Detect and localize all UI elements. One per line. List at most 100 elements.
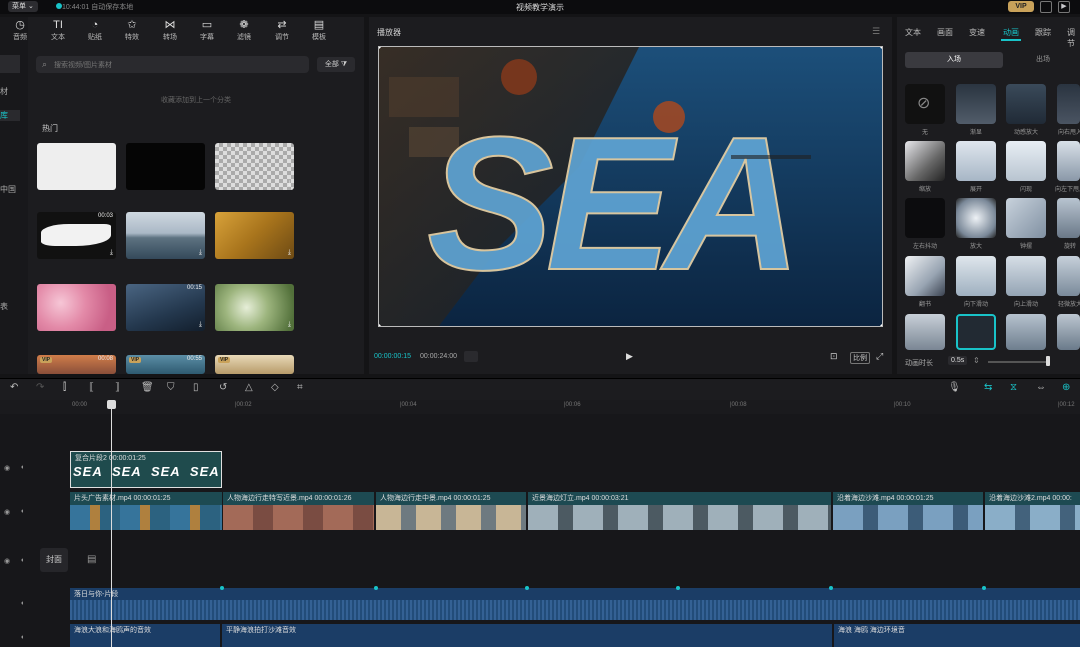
tab-template[interactable]: ▤ 模板 bbox=[305, 19, 333, 42]
tab-text[interactable]: 文本 bbox=[905, 27, 921, 38]
sfx-clip[interactable]: 海浪 海鸥 海边环境音 bbox=[834, 624, 1080, 647]
video-clip[interactable]: 人物海边行走中景.mp4 00:00:01:25 bbox=[376, 492, 526, 530]
sidebar-item-china[interactable]: 中国 bbox=[0, 184, 28, 195]
anim-duration-input[interactable]: 0.5s bbox=[948, 356, 968, 365]
tab-subtitle[interactable]: ▭ 字幕 bbox=[193, 19, 221, 42]
split-icon[interactable]: ⫿ bbox=[63, 382, 66, 393]
download-icon[interactable]: ⤓ bbox=[288, 180, 291, 188]
microphone-icon[interactable]: 🎙︎ bbox=[948, 382, 961, 393]
lock-icon[interactable]: ◖ bbox=[20, 557, 24, 564]
anim-item[interactable] bbox=[1057, 198, 1080, 238]
split-right-icon[interactable]: ⟧ bbox=[115, 382, 120, 393]
media-thumb[interactable]: VIP 00:08 bbox=[37, 355, 116, 374]
subtab-in[interactable]: 入场 bbox=[905, 52, 1003, 68]
media-thumb[interactable]: VIP bbox=[215, 355, 294, 374]
media-thumb[interactable]: ⤓ bbox=[215, 212, 294, 259]
video-clip[interactable]: 片头广告素材.mp4 00:00:01:25 bbox=[70, 492, 222, 530]
anim-item[interactable] bbox=[905, 314, 945, 350]
tab-speed[interactable]: 变速 bbox=[969, 27, 985, 38]
link-icon[interactable]: ⇆ bbox=[984, 382, 992, 393]
zoom-icon[interactable]: ⊕ bbox=[1062, 382, 1070, 393]
sidebar-item[interactable]: 材 bbox=[0, 86, 28, 97]
mirror-icon[interactable]: △ bbox=[245, 382, 253, 393]
reverse-icon[interactable]: ↺ bbox=[219, 382, 227, 393]
tab-audio[interactable]: ◷ 音频 bbox=[6, 19, 34, 42]
anim-item[interactable] bbox=[905, 198, 945, 238]
media-thumb[interactable]: ⤓ bbox=[215, 143, 294, 190]
tab-animation[interactable]: 动画 bbox=[1003, 27, 1019, 38]
timeline-ruler[interactable] bbox=[0, 400, 1080, 414]
tab-adjust[interactable]: 调节 bbox=[1067, 27, 1080, 49]
tab-filter[interactable]: ❁ 滤镜 bbox=[230, 19, 258, 42]
timecode-toggle[interactable] bbox=[464, 351, 478, 362]
anim-duration-slider[interactable] bbox=[988, 361, 1048, 363]
download-icon[interactable]: ⤓ bbox=[199, 321, 202, 329]
download-icon[interactable]: ⤓ bbox=[288, 321, 291, 329]
eye-icon[interactable]: ◉ bbox=[4, 464, 10, 472]
ratio-button[interactable]: 比例 bbox=[850, 352, 870, 364]
anim-item[interactable] bbox=[1057, 256, 1080, 296]
delete-icon[interactable]: 🗑︎ bbox=[141, 382, 154, 393]
anim-item[interactable] bbox=[1057, 314, 1080, 350]
tab-effects[interactable]: ✩ 特效 bbox=[118, 19, 146, 42]
cover-button[interactable]: 封面 bbox=[40, 548, 68, 572]
fit-icon[interactable]: ⊡ bbox=[830, 351, 838, 362]
anim-item[interactable] bbox=[1006, 198, 1046, 238]
eye-icon[interactable]: ◉ bbox=[4, 557, 10, 565]
anim-item[interactable] bbox=[905, 256, 945, 296]
video-clip[interactable]: 沿着海边沙滩2.mp4 00:00: bbox=[985, 492, 1080, 530]
anim-item[interactable] bbox=[1057, 84, 1080, 124]
undo-icon[interactable]: ↶ bbox=[10, 382, 18, 393]
anim-none[interactable]: ⊘ bbox=[905, 84, 945, 124]
video-clip[interactable]: 人物海边行走特写近景.mp4 00:00:01:26 bbox=[223, 492, 374, 530]
lock-icon[interactable]: ◖ bbox=[20, 464, 24, 471]
layout-icon[interactable] bbox=[1040, 1, 1052, 13]
tab-text[interactable]: TI 文本 bbox=[44, 19, 72, 42]
video-clip[interactable]: 近景海边灯立.mp4 00:00:03:21 bbox=[528, 492, 831, 530]
download-icon[interactable]: ⤓ bbox=[288, 249, 291, 257]
search-input[interactable]: 搜索视频/图片素材 bbox=[54, 60, 112, 70]
anim-item[interactable] bbox=[905, 141, 945, 181]
anim-item[interactable] bbox=[1057, 141, 1080, 181]
anim-item[interactable] bbox=[1006, 141, 1046, 181]
rotate-icon[interactable]: ◇ bbox=[271, 382, 279, 393]
anim-item[interactable] bbox=[956, 141, 996, 181]
download-icon[interactable]: ⤓ bbox=[110, 249, 113, 257]
play-icon[interactable]: ▶ bbox=[626, 351, 633, 362]
stepper-icon[interactable]: ⇕ bbox=[973, 356, 980, 365]
subtab-out[interactable]: 出场 bbox=[1006, 52, 1080, 68]
fullscreen-icon[interactable]: ⤢ bbox=[876, 351, 883, 362]
lock-icon[interactable]: ◖ bbox=[20, 508, 24, 515]
sidebar-item-library[interactable]: 库 bbox=[0, 110, 20, 121]
sidebar-item[interactable]: 表 bbox=[0, 301, 28, 312]
media-thumb[interactable]: ⤓ bbox=[126, 212, 205, 259]
anim-item[interactable] bbox=[956, 84, 996, 124]
preview-axis-icon[interactable]: ⇔ bbox=[1036, 382, 1046, 393]
video-clip[interactable]: 沿着海边沙滩.mp4 00:00:01:25 bbox=[833, 492, 983, 530]
vip-badge[interactable]: VIP bbox=[1008, 1, 1034, 12]
anim-item[interactable] bbox=[1006, 256, 1046, 296]
anim-item-selected[interactable] bbox=[956, 314, 996, 350]
media-thumb[interactable]: ⤓ bbox=[215, 284, 294, 331]
media-thumb[interactable]: 00:15 ⤓ bbox=[126, 284, 205, 331]
text-clip[interactable]: 复合片段2 00:00:01:25 SEA SEA SEA SEA SEA bbox=[70, 451, 222, 488]
media-thumb[interactable] bbox=[37, 284, 116, 331]
music-clip[interactable]: 落日与你-片段 bbox=[70, 588, 1080, 620]
media-thumb[interactable] bbox=[126, 143, 205, 190]
eye-icon[interactable]: ◉ bbox=[4, 508, 10, 516]
freeze-icon[interactable]: ▯ bbox=[193, 382, 199, 393]
sfx-clip[interactable]: 海浪大浪和海鸥声的音效 bbox=[70, 624, 220, 647]
filter-button[interactable]: 全部 ⧩ bbox=[317, 57, 355, 72]
media-thumb[interactable]: VIP 00:55 bbox=[126, 355, 205, 374]
tab-sticker[interactable]: ◔ 贴纸 bbox=[81, 19, 109, 42]
tab-adjust[interactable]: ⇄ 调节 bbox=[268, 19, 296, 42]
player-viewport[interactable]: SEA bbox=[378, 46, 883, 327]
crop-icon[interactable]: ⌗ bbox=[297, 382, 303, 393]
anim-item[interactable] bbox=[956, 198, 996, 238]
anim-item[interactable] bbox=[956, 256, 996, 296]
shield-icon[interactable]: ⛉ bbox=[167, 382, 175, 393]
export-icon[interactable]: ▶ bbox=[1058, 1, 1070, 13]
anim-item[interactable] bbox=[1006, 314, 1046, 350]
playhead[interactable] bbox=[111, 400, 112, 647]
media-thumb[interactable] bbox=[37, 143, 116, 190]
